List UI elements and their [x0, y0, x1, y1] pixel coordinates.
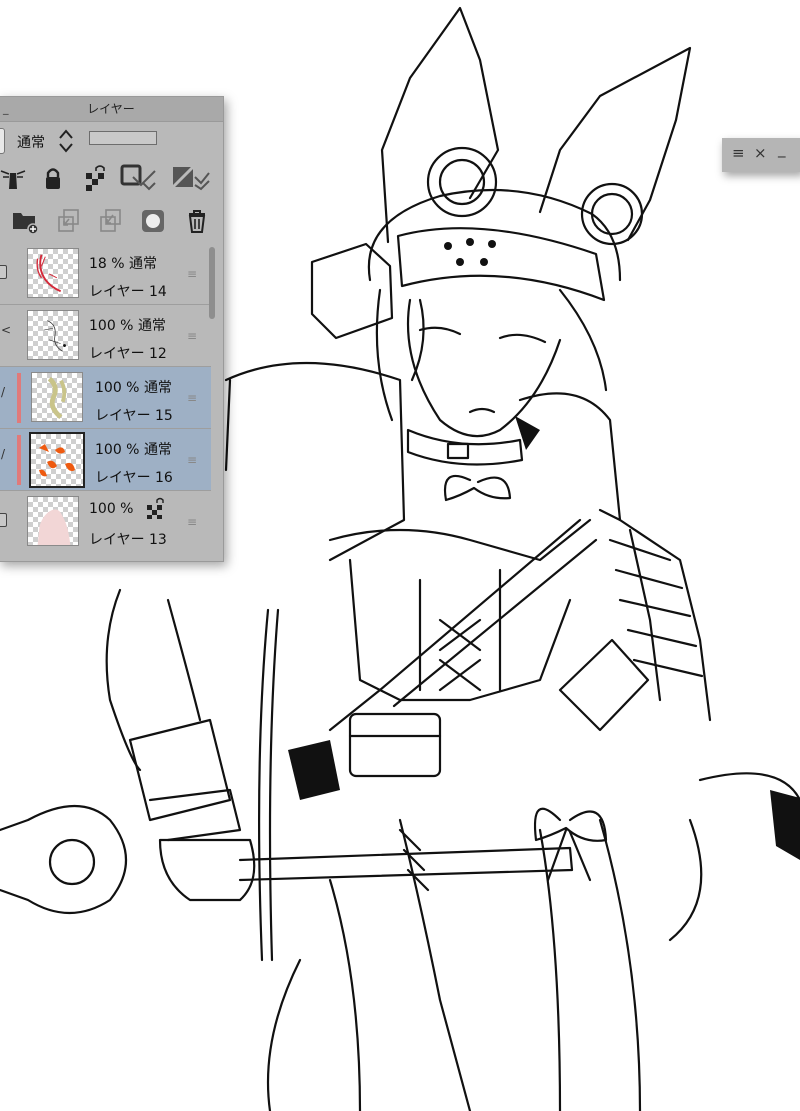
visibility-toggle[interactable]: [0, 265, 7, 279]
drag-handle-icon[interactable]: ≡: [187, 391, 199, 405]
transparency-lock-icon[interactable]: [81, 165, 109, 193]
layer-opacity: 100 %: [89, 501, 134, 517]
collapsed-floating-panel: ≡ × _: [722, 138, 800, 172]
layer-color-label: [17, 373, 21, 423]
layer-name: レイヤー 12: [89, 346, 167, 362]
layer-name: レイヤー 13: [89, 532, 167, 548]
layer-color-swatch[interactable]: [0, 128, 5, 154]
layer-panel-titlebar[interactable]: _ レイヤー: [0, 97, 223, 122]
scrollbar-thumb[interactable]: [209, 247, 215, 319]
layer-row[interactable]: / 100 % 通常 レイヤー 16 ≡: [0, 429, 211, 491]
layer-panel: _ レイヤー 通常 18 % 通常 レイヤー 14 ≡ < 100 % 通常 レ…: [0, 96, 224, 562]
new-folder-icon[interactable]: [11, 207, 39, 235]
layer-thumbnail: [31, 372, 83, 422]
blend-mode-stepper-icon[interactable]: [57, 126, 75, 156]
blend-mode-select[interactable]: 通常: [17, 132, 45, 152]
layer-row[interactable]: 18 % 通常 レイヤー 14 ≡: [0, 243, 211, 305]
drag-handle-icon[interactable]: ≡: [187, 515, 199, 529]
menu-icon[interactable]: ≡: [732, 144, 745, 162]
layer-action-toolbar: [0, 203, 225, 239]
layer-panel-title: レイヤー: [87, 102, 135, 116]
trash-icon[interactable]: [183, 207, 211, 235]
drag-handle-icon[interactable]: ≡: [187, 267, 199, 281]
layer-mask-icon[interactable]: [139, 207, 167, 235]
drag-handle-icon[interactable]: ≡: [187, 453, 199, 467]
layer-color-label: [17, 435, 21, 485]
layer-thumbnail: [27, 248, 79, 298]
lighthouse-icon[interactable]: [0, 165, 27, 193]
close-icon[interactable]: ×: [754, 144, 767, 162]
drag-handle-icon[interactable]: ≡: [187, 329, 199, 343]
transparency-locked-icon: [147, 497, 164, 519]
layer-name: レイヤー 16: [95, 470, 173, 486]
layer-row[interactable]: 100 % レイヤー 13 ≡: [0, 491, 211, 553]
layer-opacity-mode: 100 % 通常: [89, 318, 166, 334]
layer-list-scrollbar[interactable]: [209, 243, 217, 559]
reference-layer-icon[interactable]: [169, 163, 213, 191]
layer-thumbnail: [29, 432, 85, 488]
layer-name: レイヤー 15: [95, 408, 173, 424]
layer-row[interactable]: / 100 % 通常 レイヤー 15 ≡: [0, 367, 211, 429]
clip-layer-icon[interactable]: [119, 163, 161, 191]
layer-row[interactable]: < 100 % 通常 レイヤー 12 ≡: [0, 305, 211, 367]
transfer-down-icon[interactable]: [55, 207, 83, 235]
layer-thumbnail: [27, 310, 79, 360]
visibility-toggle[interactable]: [0, 513, 7, 527]
clip-indicator-icon: /: [1, 447, 6, 461]
lock-icon[interactable]: [39, 165, 67, 193]
layer-name: レイヤー 14: [89, 284, 167, 300]
layer-list: 18 % 通常 レイヤー 14 ≡ < 100 % 通常 レイヤー 12 ≡ /…: [0, 243, 211, 559]
clip-indicator-icon: <: [1, 323, 12, 337]
minimize-icon[interactable]: _: [778, 140, 786, 158]
opacity-slider[interactable]: [89, 131, 157, 145]
layer-thumbnail: [27, 496, 79, 546]
layer-lock-toolbar: [0, 161, 225, 197]
layer-opacity-mode: 100 % 通常: [95, 442, 172, 458]
layer-opacity-mode: 18 % 通常: [89, 256, 158, 272]
layer-opacity-mode: 100 % 通常: [95, 380, 172, 396]
merge-down-icon[interactable]: [97, 207, 125, 235]
clip-indicator-icon: /: [1, 385, 6, 399]
panel-edge-mark: _: [3, 102, 9, 115]
